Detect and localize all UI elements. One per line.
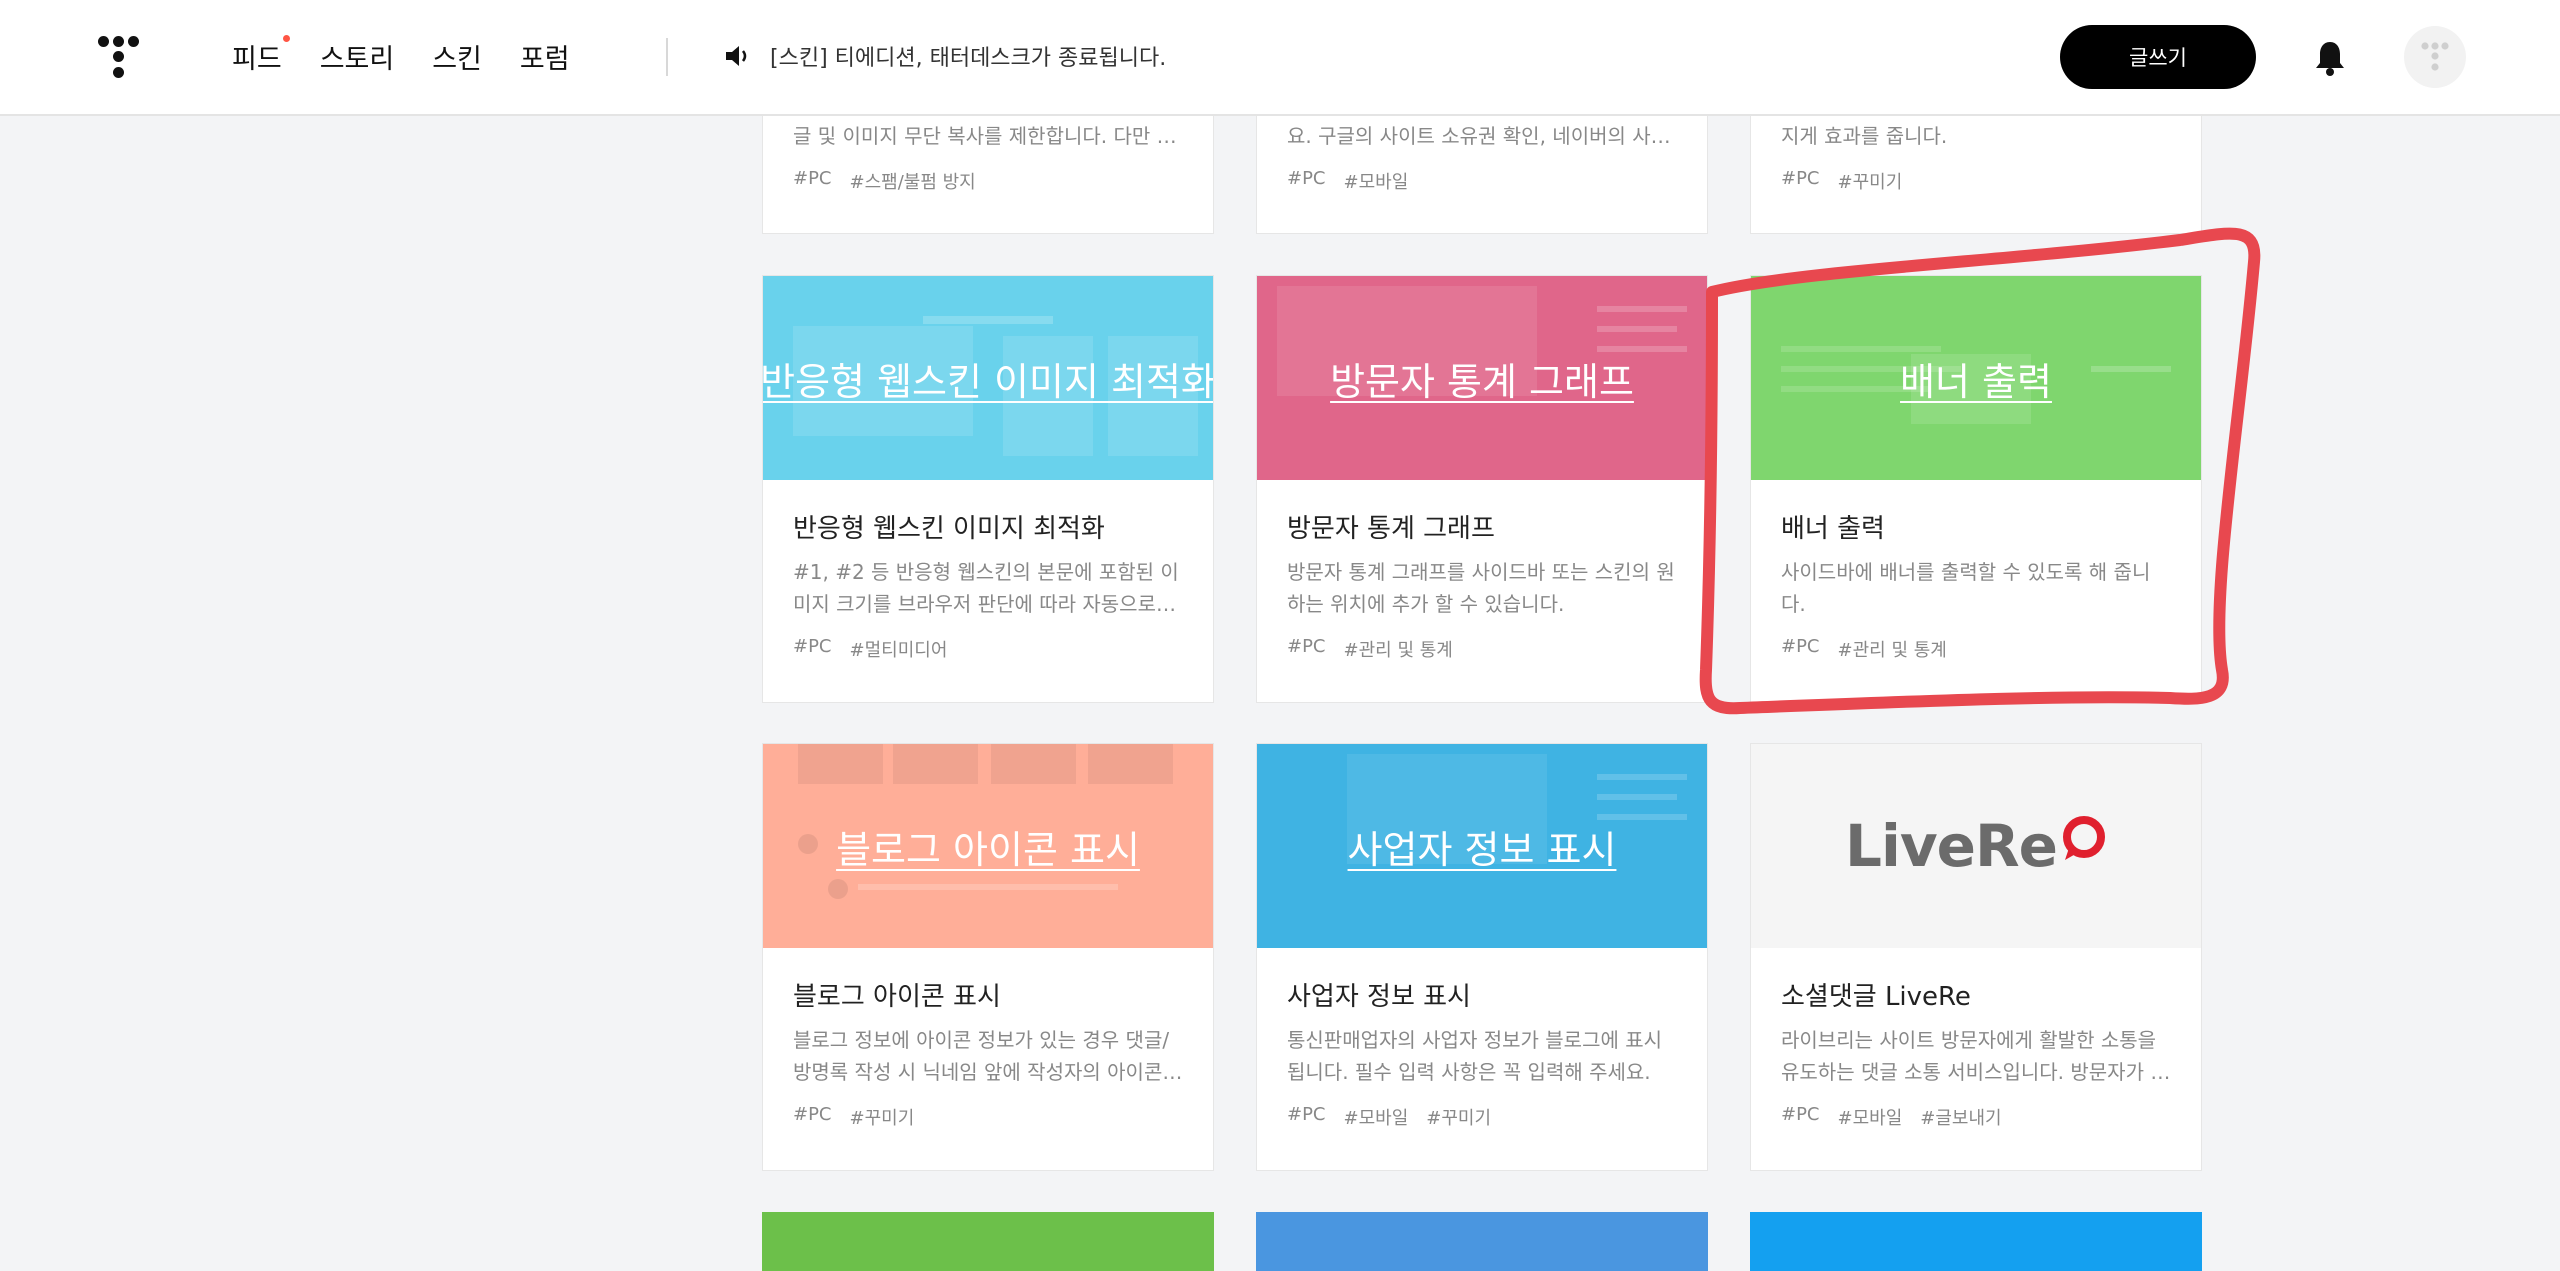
notice-text: [스킨] 티에디션, 태터데스크가 종료됩니다. xyxy=(770,46,1167,71)
tag[interactable]: #모바일 xyxy=(1344,168,1409,204)
card-description: 라이브리는 사이트 방문자에게 활발한 소통을 유도하는 댓글 소통 서비스입니… xyxy=(1781,1028,2171,1084)
main-nav: 피드 스토리 스킨 포럼 xyxy=(232,0,570,112)
tag[interactable]: #PC xyxy=(1287,168,1326,204)
tistory-avatar-icon xyxy=(2421,42,2449,71)
card-thumbnail[interactable]: 방문자 통계 그래프 xyxy=(1257,276,1707,480)
card-title: 소셜댓글 LiveRe xyxy=(1781,982,1971,1012)
card-tags: #PC #멀티미디어 xyxy=(793,636,1183,672)
card-description: 통신판매업자의 사업자 정보가 블로그에 표시됩니다. 필수 입력 사항은 꼭 … xyxy=(1287,1028,1663,1084)
tag[interactable]: #PC xyxy=(1781,168,1820,204)
card-tags: #PC #모바일 xyxy=(1287,168,1677,204)
tag[interactable]: #글보내기 xyxy=(1920,1104,2001,1140)
thumbnail-title: 블로그 아이콘 표시 xyxy=(836,827,1140,872)
tag[interactable]: #PC xyxy=(793,168,832,204)
tag[interactable]: #PC xyxy=(1287,1104,1326,1140)
nav-skin[interactable]: 스킨 xyxy=(432,37,482,76)
card-title: 사업자 정보 표시 xyxy=(1287,982,1471,1012)
card-thumbnail[interactable]: LiveRe xyxy=(1751,744,2201,948)
card-tags: #PC #관리 및 통계 xyxy=(1781,636,2171,672)
card-title: 블로그 아이콘 표시 xyxy=(793,982,1001,1012)
plugin-card-image-optimize[interactable]: 반응형 웹스킨 이미지 최적화 반응형 웹스킨 이미지 최적화 #1, #2 등… xyxy=(762,275,1214,703)
card-description: 방문자 통계 그래프를 사이드바 또는 스킨의 원하는 위치에 추가 할 수 있… xyxy=(1287,560,1675,616)
speaker-icon xyxy=(726,46,747,66)
tag[interactable]: #PC xyxy=(793,1104,832,1140)
card-tags: #PC #꾸미기 xyxy=(793,1104,1183,1140)
top-header: 피드 스토리 스킨 포럼 [스킨] 티에디션, 태터데스크가 종료됩니다. 글쓰… xyxy=(0,0,2560,116)
new-dot-icon xyxy=(282,34,290,42)
plugin-card-partial[interactable] xyxy=(1750,1212,2202,1271)
plugin-card-partial[interactable] xyxy=(1256,1212,1708,1271)
tag[interactable]: #PC xyxy=(1287,636,1326,672)
card-tags: #PC #관리 및 통계 xyxy=(1287,636,1677,672)
card-description: 글 및 이미지 무단 복사를 제한합니다. 다만 … xyxy=(793,124,1177,148)
livere-logo-icon xyxy=(2062,816,2105,860)
nav-feed[interactable]: 피드 xyxy=(232,34,290,76)
card-thumbnail[interactable]: 사업자 정보 표시 xyxy=(1257,744,1707,948)
card-description: 요. 구글의 사이트 소유권 확인, 네이버의 사… xyxy=(1287,124,1671,148)
card-tags: #PC #모바일 #꾸미기 xyxy=(1287,1104,1677,1140)
tag[interactable]: #꾸미기 xyxy=(1838,168,1903,204)
livere-logo: LiveRe xyxy=(1845,812,2107,880)
plugin-card-partial[interactable] xyxy=(762,1212,1214,1271)
tag[interactable]: #꾸미기 xyxy=(1426,1104,1491,1140)
nav-story[interactable]: 스토리 xyxy=(320,37,395,76)
tag[interactable]: #꾸미기 xyxy=(850,1104,915,1140)
notice-banner[interactable]: [스킨] 티에디션, 태터데스크가 종료됩니다. xyxy=(724,0,1166,112)
tag[interactable]: #스팸/불펌 방지 xyxy=(850,168,976,204)
tag[interactable]: #멀티미디어 xyxy=(850,636,948,672)
card-thumbnail[interactable]: 배너 출력 xyxy=(1751,276,2201,480)
card-title: 배너 출력 xyxy=(1781,514,1885,544)
card-title: 반응형 웹스킨 이미지 최적화 xyxy=(793,514,1105,544)
tag[interactable]: #모바일 xyxy=(1344,1104,1409,1140)
tag[interactable]: #PC xyxy=(1781,1104,1820,1140)
card-title: 방문자 통계 그래프 xyxy=(1287,514,1495,544)
card-description: 사이드바에 배너를 출력할 수 있도록 해 줍니다. xyxy=(1781,560,2151,616)
card-description: 블로그 정보에 아이콘 정보가 있는 경우 댓글/방명록 작성 시 닉네임 앞에… xyxy=(793,1028,1183,1084)
tag[interactable]: #관리 및 통계 xyxy=(1838,636,1947,672)
card-description: #1, #2 등 반응형 웹스킨의 본문에 포함된 이미지 크기를 브라우저 판… xyxy=(793,560,1179,616)
tag[interactable]: #PC xyxy=(793,636,832,672)
tag[interactable]: #관리 및 통계 xyxy=(1344,636,1453,672)
tag[interactable]: #PC xyxy=(1781,636,1820,672)
plugin-card-banner[interactable]: 배너 출력 배너 출력 사이드바에 배너를 출력할 수 있도록 해 줍니다. #… xyxy=(1750,275,2202,703)
plugin-card-business-info[interactable]: 사업자 정보 표시 사업자 정보 표시 통신판매업자의 사업자 정보가 블로그에… xyxy=(1256,743,1708,1171)
thumbnail-title: 방문자 통계 그래프 xyxy=(1330,359,1634,404)
write-button[interactable]: 글쓰기 xyxy=(2060,25,2256,89)
bell-icon[interactable] xyxy=(2312,38,2348,78)
nav-forum[interactable]: 포럼 xyxy=(520,37,570,76)
plugin-card-livere[interactable]: LiveRe 소셜댓글 LiveRe 라이브리는 사이트 방문자에게 활발한 소… xyxy=(1750,743,2202,1171)
plugin-card-blog-icon[interactable]: 블로그 아이콘 표시 블로그 아이콘 표시 블로그 정보에 아이콘 정보가 있는… xyxy=(762,743,1214,1171)
card-thumbnail[interactable]: 반응형 웹스킨 이미지 최적화 xyxy=(763,276,1213,480)
card-tags: #PC #꾸미기 xyxy=(1781,168,2171,204)
tag[interactable]: #모바일 xyxy=(1838,1104,1903,1140)
tistory-logo-icon[interactable] xyxy=(96,34,140,80)
profile-avatar[interactable] xyxy=(2404,26,2466,88)
card-tags: #PC #스팸/불펌 방지 xyxy=(793,168,1183,204)
thumbnail-title: 배너 출력 xyxy=(1900,359,2052,404)
nav-divider xyxy=(666,38,668,76)
card-thumbnail[interactable]: 블로그 아이콘 표시 xyxy=(763,744,1213,948)
thumbnail-title: 사업자 정보 표시 xyxy=(1347,827,1617,872)
plugin-card-visitor-graph[interactable]: 방문자 통계 그래프 방문자 통계 그래프 방문자 통계 그래프를 사이드바 또… xyxy=(1256,275,1708,703)
card-tags: #PC #모바일 #글보내기 xyxy=(1781,1104,2171,1140)
card-description: 지게 효과를 줍니다. xyxy=(1781,124,1948,148)
thumbnail-title: 반응형 웹스킨 이미지 최적화 xyxy=(763,359,1213,404)
